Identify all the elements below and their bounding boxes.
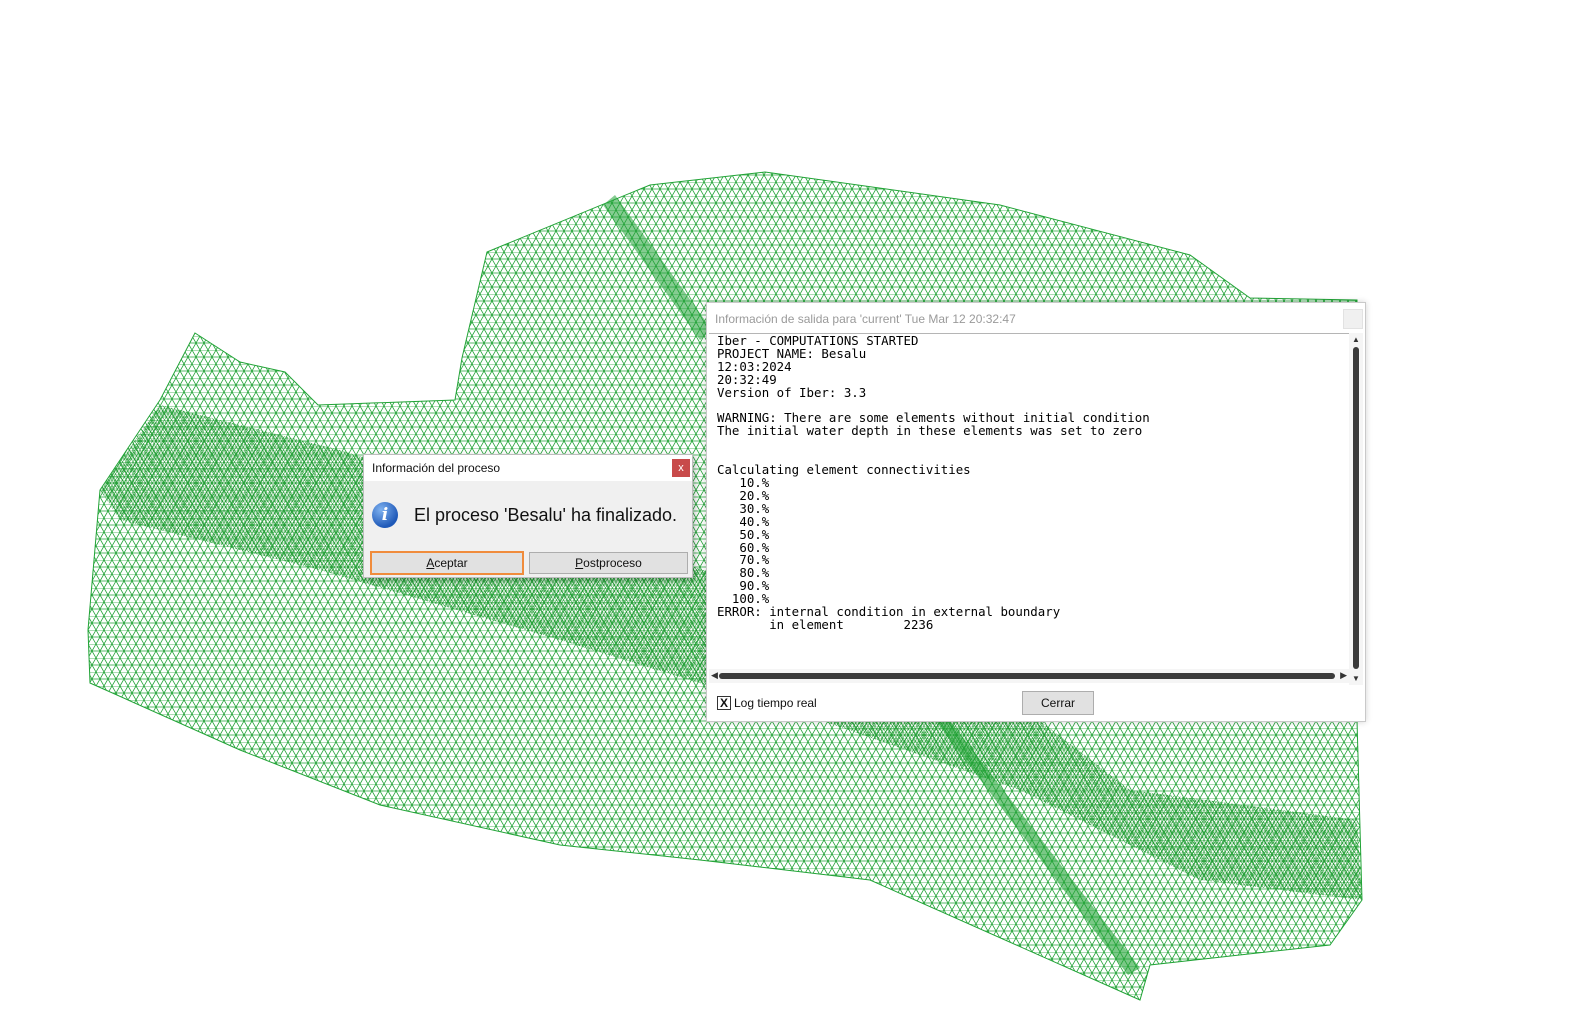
scroll-left-icon[interactable]: ◀ [711,670,718,681]
output-window-close-icon[interactable] [1343,309,1363,329]
scroll-down-icon[interactable]: ▼ [1352,674,1360,683]
close-button[interactable]: Cerrar [1022,691,1094,715]
postprocess-button-key: P [575,556,584,570]
dialog-title: Información del proceso [372,461,501,475]
horizontal-scrollbar[interactable]: ◀ ▶ [709,669,1349,683]
info-icon: i [372,502,398,528]
dialog-titlebar: Información del proceso x [364,455,692,481]
postprocess-button-label: ostproceso [583,556,642,570]
horizontal-scroll-thumb[interactable] [719,673,1335,679]
output-window[interactable]: Información de salida para 'current' Tue… [706,302,1366,722]
accept-button[interactable]: Aceptar [370,551,524,575]
output-log-text: Iber - COMPUTATIONS STARTED PROJECT NAME… [717,333,1150,632]
scroll-right-icon[interactable]: ▶ [1340,670,1347,681]
vertical-scrollbar[interactable]: ▲ ▼ [1349,333,1363,685]
dialog-close-icon[interactable]: x [672,459,690,477]
log-realtime-checkbox[interactable]: X [717,696,731,710]
scroll-up-icon[interactable]: ▲ [1352,335,1360,344]
vertical-scroll-thumb[interactable] [1353,347,1359,669]
output-log-area[interactable]: Iber - COMPUTATIONS STARTED PROJECT NAME… [709,333,1349,668]
output-window-title: Información de salida para 'current' Tue… [715,312,1016,326]
process-info-dialog[interactable]: Información del proceso x i El proceso '… [363,454,693,578]
dialog-message: El proceso 'Besalu' ha finalizado. [414,505,678,525]
postprocess-button[interactable]: Postproceso [529,552,688,574]
log-realtime-label[interactable]: Log tiempo real [734,696,817,710]
accept-button-label: ceptar [434,556,468,570]
